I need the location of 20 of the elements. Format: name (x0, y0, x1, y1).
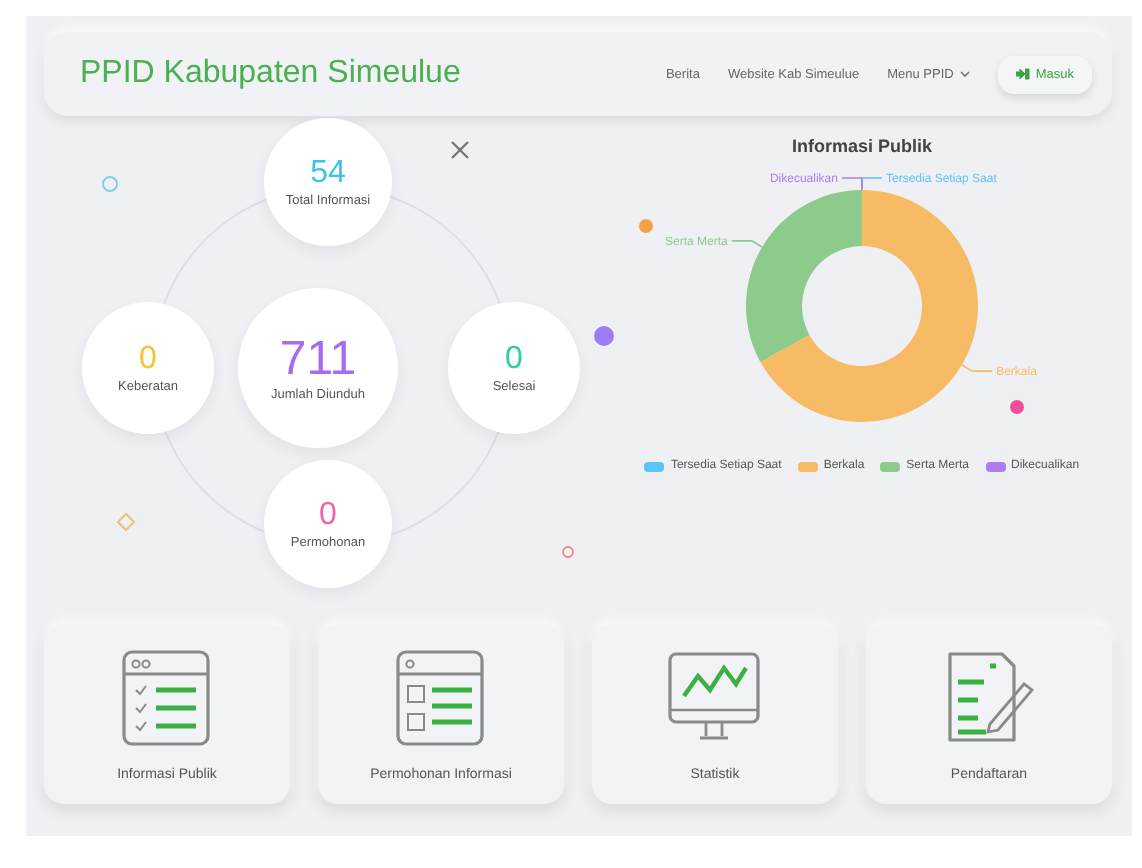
chart-title: Informasi Publik (791, 136, 932, 156)
caret-icon (959, 70, 970, 78)
stat-value: 0 (319, 499, 337, 531)
dot-icon (638, 218, 654, 234)
circle-icon (560, 544, 576, 560)
dot-icon (1010, 400, 1024, 414)
close-icon[interactable] (450, 140, 470, 160)
site-title: PPID Kabupaten Simeulue (80, 56, 463, 92)
stat-value: 711 (279, 335, 357, 383)
leader-line (961, 364, 993, 372)
login-icon (1015, 68, 1030, 80)
dot-icon (594, 326, 614, 346)
form-icon (393, 647, 489, 747)
checklist-icon (119, 647, 215, 747)
stat-value: 0 (505, 343, 523, 375)
stat-value: 54 (310, 157, 346, 189)
leader-line (731, 240, 763, 248)
stat-value: 0 (139, 343, 157, 375)
circle-icon (100, 174, 120, 194)
diamond-icon (116, 512, 136, 532)
